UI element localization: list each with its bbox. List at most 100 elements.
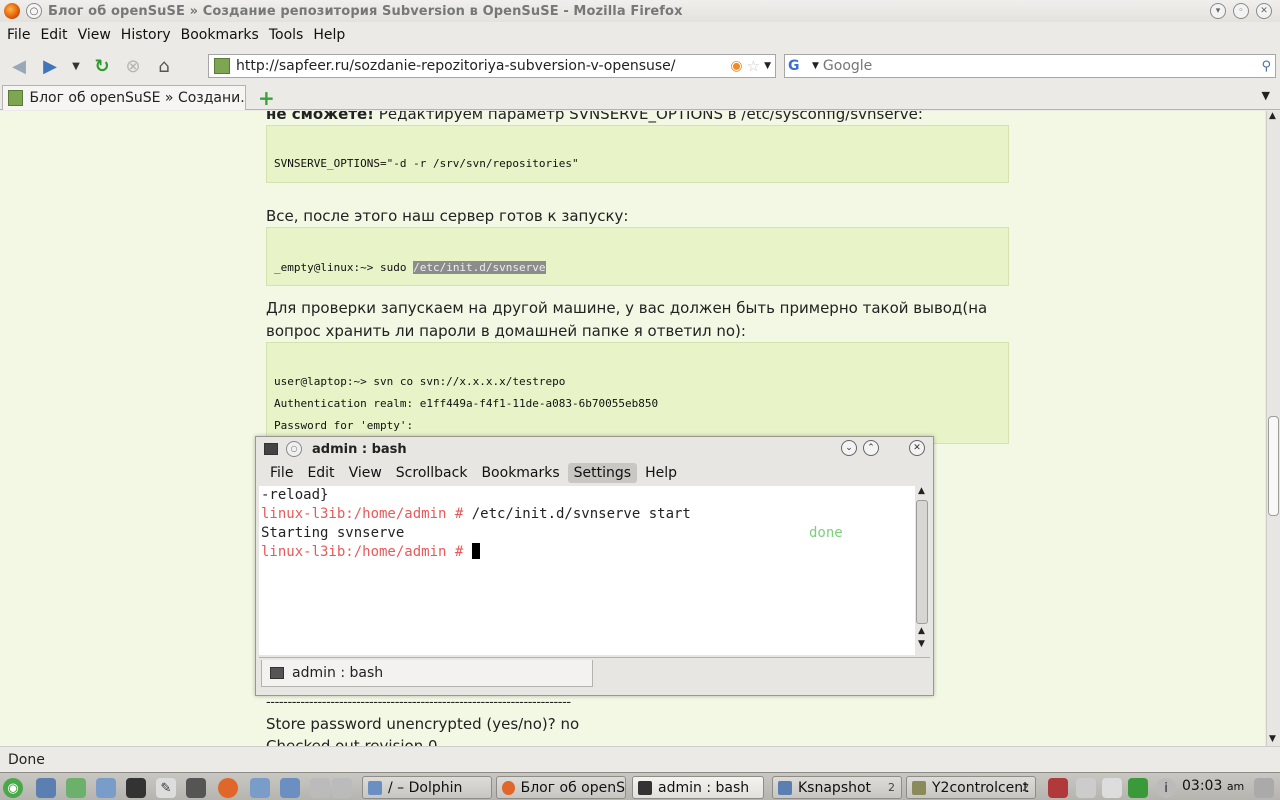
maximize-icon[interactable]: ◦ xyxy=(1233,3,1249,19)
menu-help[interactable]: Help xyxy=(308,27,350,43)
home-folder-icon[interactable] xyxy=(66,778,86,798)
checked-out-line: Checked out revision 0. xyxy=(266,737,443,746)
window-menu-icon[interactable]: ○ xyxy=(286,441,302,457)
history-dropdown-icon[interactable]: ▼ xyxy=(69,54,83,78)
scroll-down-icon[interactable]: ▼ xyxy=(1269,734,1276,744)
close-icon[interactable]: ✕ xyxy=(909,440,925,456)
konsole-menu-scrollback[interactable]: Scrollback xyxy=(390,463,474,483)
menu-edit[interactable]: Edit xyxy=(35,27,72,43)
konsole-tab[interactable]: admin : bash xyxy=(261,660,593,687)
pager-desktop-1-icon[interactable] xyxy=(310,778,330,798)
info-icon[interactable]: i xyxy=(1156,778,1176,798)
search-icon[interactable]: ⚲ xyxy=(1261,59,1271,74)
reload-icon[interactable]: ↻ xyxy=(90,54,114,78)
konsole-menu-settings[interactable]: Settings xyxy=(567,463,638,483)
code-line: _empty@linux:~> sudo /etc/init.d/svnserv… xyxy=(274,258,1008,278)
search-input[interactable] xyxy=(822,58,1262,74)
firefox-icon xyxy=(4,3,20,19)
network-folder-icon[interactable] xyxy=(280,778,300,798)
task-label: admin : bash xyxy=(658,779,750,796)
system-monitor-icon[interactable] xyxy=(186,778,206,798)
scroll-up-icon[interactable]: ▲ xyxy=(918,486,925,496)
terminal-output[interactable]: -reload} linux-l3ib:/home/admin # /etc/i… xyxy=(259,486,915,655)
window-menu-icon[interactable]: ○ xyxy=(26,3,42,19)
scroll-up-icon[interactable]: ▲ xyxy=(918,626,925,636)
back-icon[interactable]: ◀ xyxy=(7,54,31,78)
konsole-menu-help[interactable]: Help xyxy=(639,463,683,483)
forward-icon[interactable]: ▶ xyxy=(38,54,62,78)
tab-active[interactable]: Блог об openSuSE » Создани... xyxy=(2,85,246,110)
code-line: Authentication realm: e1ff449a-f4f1-11de… xyxy=(274,397,659,410)
bookmark-star-icon[interactable]: ☆ xyxy=(747,57,760,75)
yast-icon xyxy=(912,780,926,795)
task-ksnapshot[interactable]: Ksnapshot 2 xyxy=(772,776,902,799)
menu-file[interactable]: File xyxy=(2,27,35,43)
engine-dropdown-icon[interactable]: ▼ xyxy=(812,61,819,71)
terminal-line: linux-l3ib:/home/admin # /etc/init.d/svn… xyxy=(261,505,915,524)
google-engine-icon[interactable]: G xyxy=(788,57,810,75)
konsole-menu-view[interactable]: View xyxy=(343,463,388,483)
update-icon[interactable] xyxy=(1128,778,1148,798)
konsole-window[interactable]: ○ admin : bash ⌄ ⌃ ✕ File Edit View Scro… xyxy=(255,436,934,696)
terminal-icon xyxy=(264,443,278,455)
task-dolphin[interactable]: / – Dolphin xyxy=(362,776,492,799)
task-label: / – Dolphin xyxy=(388,779,463,796)
task-y2controlcenter[interactable]: Y2controlcent 2 xyxy=(906,776,1036,799)
konsole-titlebar[interactable]: ○ admin : bash ⌄ ⌃ ✕ xyxy=(256,437,933,461)
file-manager-icon[interactable] xyxy=(96,778,116,798)
selected-text[interactable]: /etc/init.d/svnserve xyxy=(413,261,546,274)
volume-icon[interactable] xyxy=(1076,778,1096,798)
home-icon[interactable]: ⌂ xyxy=(152,54,176,78)
new-tab-icon[interactable]: + xyxy=(258,86,275,110)
url-bar[interactable]: http://sapfeer.ru/sozdanie-repozitoriya-… xyxy=(208,54,776,78)
menu-bookmarks[interactable]: Bookmarks xyxy=(176,27,264,43)
konsole-menu-edit[interactable]: Edit xyxy=(301,463,340,483)
konsole-title: admin : bash xyxy=(312,441,407,457)
clipboard-icon[interactable] xyxy=(1102,778,1122,798)
tab-label: Блог об openSuSE » Создани... xyxy=(29,90,245,106)
show-hidden-icon[interactable] xyxy=(1254,778,1274,798)
site-favicon-icon xyxy=(214,58,230,74)
konsole-menu-file[interactable]: File xyxy=(264,463,299,483)
terminal-icon[interactable] xyxy=(126,778,146,798)
dolphin-icon xyxy=(368,780,382,795)
minimize-icon[interactable]: ▾ xyxy=(1210,3,1226,19)
scroll-up-icon[interactable]: ▲ xyxy=(1269,111,1276,121)
maximize-icon[interactable]: ⌃ xyxy=(863,440,879,456)
task-firefox[interactable]: Блог об openS xyxy=(496,776,626,799)
status-bar: Done xyxy=(0,746,1280,772)
close-icon[interactable]: ✕ xyxy=(1256,3,1272,19)
mail-icon[interactable] xyxy=(250,778,270,798)
pager-desktop-2-icon[interactable] xyxy=(332,778,352,798)
text-editor-icon[interactable]: ✎ xyxy=(156,778,176,798)
start-menu-icon[interactable]: ◉ xyxy=(3,778,23,798)
starting-text: Starting svnserve xyxy=(261,525,405,541)
firefox-icon[interactable] xyxy=(218,778,238,798)
tab-list-dropdown-icon[interactable]: ▼ xyxy=(1262,89,1270,102)
search-bar[interactable]: G ▼ ⚲ xyxy=(784,54,1276,78)
task-label: Ksnapshot xyxy=(798,779,872,796)
url-dropdown-icon[interactable]: ▼ xyxy=(764,61,771,71)
terminal-scrollbar-thumb[interactable] xyxy=(916,500,928,624)
shell-prompt: linux-l3ib:/home/admin # xyxy=(261,506,472,522)
code-line: user@laptop:~> svn co svn://x.x.x.x/test… xyxy=(274,375,566,388)
menu-view[interactable]: View xyxy=(73,27,116,43)
menu-history[interactable]: History xyxy=(116,27,176,43)
page-scrollbar[interactable]: ▲ ▼ xyxy=(1266,111,1280,746)
url-text[interactable]: http://sapfeer.ru/sozdanie-repozitoriya-… xyxy=(236,58,730,74)
scrollbar-thumb[interactable] xyxy=(1268,416,1279,516)
scroll-down-icon[interactable]: ▼ xyxy=(918,639,925,649)
task-konsole[interactable]: admin : bash xyxy=(632,776,764,799)
firefox-icon xyxy=(502,780,515,795)
stop-icon[interactable]: ⊗ xyxy=(121,54,145,78)
konsole-menu-bookmarks[interactable]: Bookmarks xyxy=(475,463,565,483)
keyboard-layout-icon[interactable] xyxy=(1048,778,1068,798)
show-desktop-icon[interactable] xyxy=(36,778,56,798)
clock[interactable]: 03:03 am xyxy=(1182,778,1244,794)
minimize-icon[interactable]: ⌄ xyxy=(841,440,857,456)
konsole-menubar: File Edit View Scrollback Bookmarks Sett… xyxy=(264,462,685,484)
terminal-scrollbar[interactable]: ▲ ▲ ▼ xyxy=(915,486,929,655)
menu-tools[interactable]: Tools xyxy=(264,27,309,43)
bold-warning: не сможете! xyxy=(266,111,375,123)
rss-icon[interactable]: ◉ xyxy=(730,58,742,74)
